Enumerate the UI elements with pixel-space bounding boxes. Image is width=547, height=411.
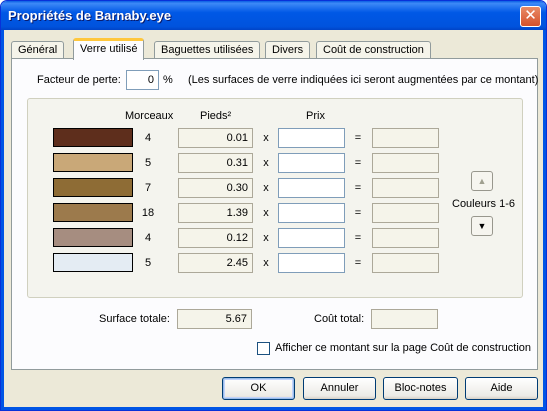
colors-next-button[interactable]: ▼ <box>471 216 493 236</box>
row-6-area: 2.45 <box>178 253 253 273</box>
row-1-equals: = <box>354 132 362 144</box>
row-3-area: 0.30 <box>178 178 253 198</box>
header-pieces: Morceaux <box>125 110 174 122</box>
header-area: Pieds² <box>200 110 232 122</box>
row-2-price-input[interactable] <box>278 153 345 173</box>
waste-factor-unit: % <box>163 74 173 86</box>
close-button[interactable]: ✕ <box>520 6 541 27</box>
row-5-multiply: x <box>263 232 269 244</box>
row-3-price-input[interactable] <box>278 178 345 198</box>
row-5-equals: = <box>354 232 362 244</box>
row-1-multiply: x <box>263 132 269 144</box>
glass-swatch-2[interactable] <box>53 153 133 172</box>
cancel-button[interactable]: Annuler <box>303 377 376 400</box>
properties-dialog: Propriétés de Barnaby.eye ✕ Général Verr… <box>0 0 547 411</box>
row-2-equals: = <box>354 157 362 169</box>
row-6-multiply: x <box>263 257 269 269</box>
row-2-area: 0.31 <box>178 153 253 173</box>
row-4-multiply: x <box>263 207 269 219</box>
row-3-total <box>372 178 439 198</box>
total-surface-value: 5.67 <box>177 309 252 329</box>
row-1-price-input[interactable] <box>278 128 345 148</box>
arrow-down-icon: ▼ <box>477 221 487 231</box>
row-3-equals: = <box>354 182 362 194</box>
glass-swatch-6[interactable] <box>53 253 133 272</box>
row-5-price-input[interactable] <box>278 228 345 248</box>
row-3-multiply: x <box>263 182 269 194</box>
row-5-area: 0.12 <box>178 228 253 248</box>
show-cost-checkbox[interactable] <box>257 342 270 355</box>
row-1-total <box>372 128 439 148</box>
glass-swatch-4[interactable] <box>53 203 133 222</box>
row-6-total <box>372 253 439 273</box>
row-3-pieces: 7 <box>144 182 152 194</box>
row-4-total <box>372 203 439 223</box>
show-cost-label[interactable]: Afficher ce montant sur la page Coût de … <box>275 342 531 354</box>
glass-table-group: Morceaux Pieds² Prix 4 0.01 x = 5 0.31 x… <box>27 98 523 298</box>
row-6-equals: = <box>354 257 362 269</box>
row-2-multiply: x <box>263 157 269 169</box>
window-title: Propriétés de Barnaby.eye <box>8 8 172 23</box>
tab-glass-used[interactable]: Verre utilisé <box>73 38 145 60</box>
row-2-pieces: 5 <box>144 157 152 169</box>
row-1-area: 0.01 <box>178 128 253 148</box>
row-4-area: 1.39 <box>178 203 253 223</box>
tab-general[interactable]: Général <box>11 41 65 59</box>
arrow-up-icon: ▲ <box>477 176 487 186</box>
glass-swatch-3[interactable] <box>53 178 133 197</box>
row-2-total <box>372 153 439 173</box>
row-5-total <box>372 228 439 248</box>
total-cost-value <box>371 309 438 329</box>
row-6-pieces: 5 <box>144 257 152 269</box>
glass-swatch-5[interactable] <box>53 228 133 247</box>
header-price: Prix <box>306 110 325 122</box>
help-button[interactable]: Aide <box>465 377 538 400</box>
glass-used-panel: Facteur de perte: 0 % (Les surfaces de v… <box>11 58 538 370</box>
tab-construction-cost[interactable]: Coût de construction <box>316 41 431 59</box>
total-cost-label: Coût total: <box>314 313 365 325</box>
row-6-price-input[interactable] <box>278 253 345 273</box>
row-4-pieces: 18 <box>141 207 155 219</box>
row-4-price-input[interactable] <box>278 203 345 223</box>
title-bar[interactable]: Propriétés de Barnaby.eye ✕ <box>1 1 546 30</box>
notepad-button[interactable]: Bloc-notes <box>383 377 458 400</box>
total-surface-label: Surface totale: <box>99 313 170 325</box>
row-4-equals: = <box>354 207 362 219</box>
waste-factor-note: (Les surfaces de verre indiquées ici ser… <box>188 74 539 86</box>
waste-factor-label: Facteur de perte: <box>37 74 121 86</box>
glass-swatch-1[interactable] <box>53 128 133 147</box>
ok-button[interactable]: OK <box>222 377 295 400</box>
colors-previous-button[interactable]: ▲ <box>471 171 493 191</box>
tab-misc[interactable]: Divers <box>265 41 311 59</box>
tab-cames-used[interactable]: Baguettes utilisées <box>154 41 261 59</box>
row-5-pieces: 4 <box>144 232 152 244</box>
waste-factor-input[interactable]: 0 <box>126 70 159 90</box>
row-1-pieces: 4 <box>144 132 152 144</box>
colors-range-label: Couleurs 1-6 <box>452 198 515 210</box>
